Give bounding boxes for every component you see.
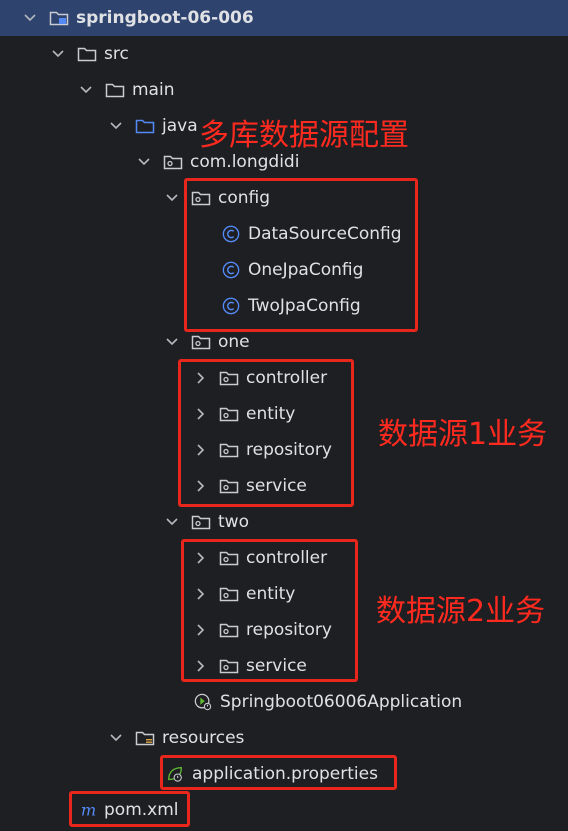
- module-folder-icon: [48, 8, 70, 28]
- package-icon: [162, 152, 184, 172]
- chevron-down-icon[interactable]: [164, 334, 180, 350]
- package-label: two: [218, 512, 249, 532]
- one-highlight-box: [178, 359, 354, 507]
- tree-row-main[interactable]: main: [0, 72, 568, 108]
- folder-label: main: [132, 80, 175, 100]
- package-label: com.longdidi: [190, 152, 300, 172]
- project-name: springboot-06-006: [76, 8, 254, 28]
- folder-icon: [104, 80, 126, 100]
- chevron-down-icon[interactable]: [22, 10, 38, 26]
- two-highlight-box: [181, 539, 358, 682]
- folder-icon: [76, 44, 98, 64]
- source-folder-icon: [134, 116, 156, 136]
- class-label: Springboot06006Application: [220, 692, 463, 712]
- pom-highlight-box: [69, 791, 190, 827]
- package-icon: [190, 512, 212, 532]
- folder-label: src: [104, 44, 129, 64]
- tree-row-project[interactable]: springboot-06-006: [0, 0, 568, 36]
- tree-row-two[interactable]: two: [0, 504, 568, 540]
- annotation-multi-db-config: 多库数据源配置: [199, 118, 409, 153]
- folder-label: resources: [162, 728, 245, 748]
- chevron-down-icon[interactable]: [108, 730, 124, 746]
- config-highlight-box: [184, 178, 418, 332]
- properties-highlight-box: [160, 755, 397, 790]
- chevron-down-icon[interactable]: [164, 514, 180, 530]
- annotation-ds2-business: 数据源2业务: [376, 594, 546, 629]
- chevron-down-icon[interactable]: [50, 46, 66, 62]
- package-icon: [190, 332, 212, 352]
- folder-label: java: [162, 116, 198, 136]
- chevron-down-icon[interactable]: [136, 154, 152, 170]
- resources-folder-icon: [134, 728, 156, 748]
- annotation-ds1-business: 数据源1业务: [378, 417, 548, 452]
- tree-row-app-class[interactable]: Springboot06006Application: [0, 684, 568, 720]
- chevron-down-icon[interactable]: [108, 118, 124, 134]
- chevron-down-icon[interactable]: [78, 82, 94, 98]
- spring-boot-class-icon: [192, 692, 214, 712]
- tree-row-src[interactable]: src: [0, 36, 568, 72]
- chevron-down-icon[interactable]: [164, 190, 180, 206]
- package-label: one: [218, 332, 250, 352]
- tree-row-resources[interactable]: resources: [0, 720, 568, 756]
